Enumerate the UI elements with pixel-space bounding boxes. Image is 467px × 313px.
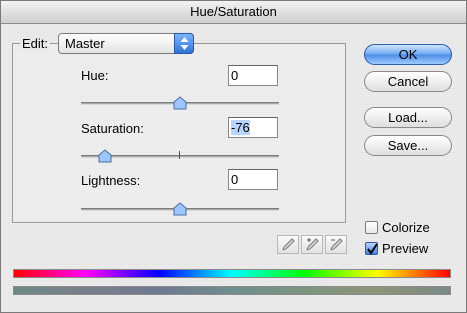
eyedropper-minus-icon — [330, 238, 343, 251]
popup-arrows-icon — [174, 33, 194, 54]
lightness-slider-thumb[interactable] — [173, 202, 187, 216]
checkmark-icon — [367, 243, 378, 255]
input-color-bar — [13, 269, 451, 278]
colorize-label: Colorize — [382, 220, 430, 235]
hue-input[interactable]: 0 — [228, 65, 278, 86]
save-button[interactable]: Save... — [364, 135, 452, 156]
eyedropper-minus-button[interactable] — [325, 235, 347, 254]
saturation-slider-thumb[interactable] — [98, 149, 112, 163]
colorize-checkbox[interactable] — [365, 221, 378, 234]
saturation-input[interactable]: -76 — [228, 117, 278, 138]
eyedropper-button[interactable] — [277, 235, 299, 254]
output-color-bar — [13, 286, 451, 295]
eyedropper-plus-icon — [306, 238, 319, 251]
preview-checkbox[interactable] — [365, 242, 378, 255]
saturation-center-tick — [179, 151, 180, 159]
eyedropper-plus-button[interactable] — [301, 235, 323, 254]
saturation-slider[interactable] — [81, 149, 279, 163]
hue-saturation-dialog: Hue/Saturation Edit: Master Hue: 0 Satur… — [0, 0, 467, 313]
lightness-label: Lightness: — [81, 173, 141, 188]
cancel-button[interactable]: Cancel — [364, 71, 452, 92]
adjustment-group — [12, 43, 346, 223]
ok-button[interactable]: OK — [364, 44, 452, 65]
load-button[interactable]: Load... — [364, 107, 452, 128]
lightness-slider[interactable] — [81, 202, 279, 216]
lightness-input[interactable]: 0 — [228, 169, 278, 190]
edit-label: Edit: — [20, 36, 51, 51]
edit-channel-popup[interactable]: Master — [58, 33, 194, 54]
hue-slider[interactable] — [81, 96, 279, 110]
saturation-label: Saturation: — [81, 121, 144, 136]
edit-channel-value: Master — [65, 36, 105, 51]
window-title: Hue/Saturation — [1, 1, 466, 24]
preview-label: Preview — [382, 241, 429, 256]
saturation-value: -76 — [231, 120, 250, 135]
hue-label: Hue: — [81, 68, 109, 83]
hue-value: 0 — [231, 68, 239, 83]
hue-slider-thumb[interactable] — [173, 96, 187, 110]
lightness-value: 0 — [231, 172, 239, 187]
eyedropper-icon — [282, 238, 295, 251]
